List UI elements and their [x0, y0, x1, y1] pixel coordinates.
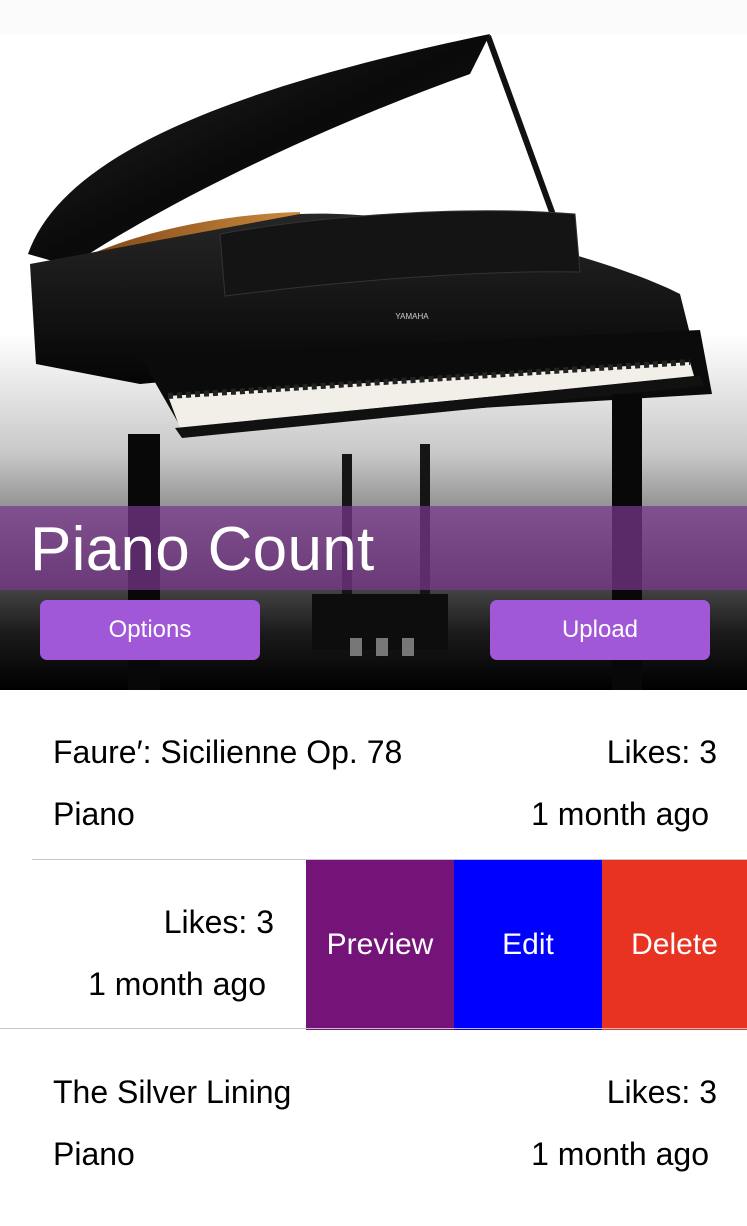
upload-button[interactable]: Upload: [490, 600, 710, 660]
divider: [0, 1028, 747, 1029]
recording-title: Faure′: Sicilienne Op. 78: [53, 734, 403, 770]
recordings-list: Faure′: Sicilienne Op. 78 Piano Likes: 3…: [0, 690, 747, 1226]
piano-brand-text: YAMAHA: [395, 312, 429, 321]
recording-instrument: Piano: [53, 1136, 135, 1172]
list-item[interactable]: Faure′: Sicilienne Op. 78 Piano Likes: 3…: [0, 690, 747, 860]
piano-image: YAMAHA: [28, 34, 712, 690]
recording-likes: Likes: 3: [606, 734, 717, 770]
options-button[interactable]: Options: [40, 600, 260, 660]
recording-instrument: Piano: [53, 796, 135, 832]
list-item-swiped[interactable]: Likes: 3 1 month ago Preview Edit Delete: [0, 860, 747, 1030]
header-hero: YAMAHA Piano Count Options Upload: [0, 34, 747, 690]
list-item[interactable]: The Silver Lining Piano Likes: 3 1 month…: [0, 1030, 747, 1226]
list-item-content[interactable]: Likes: 3 1 month ago: [0, 860, 306, 1030]
status-bar-area: [0, 0, 747, 34]
recording-likes: Likes: 3: [163, 904, 274, 940]
page-title: Piano Count: [30, 515, 375, 584]
recording-time: 1 month ago: [531, 796, 709, 832]
recording-time: 1 month ago: [88, 966, 266, 1002]
edit-action-button[interactable]: Edit: [454, 860, 602, 1030]
recording-time: 1 month ago: [531, 1136, 709, 1172]
delete-action-button[interactable]: Delete: [602, 860, 747, 1030]
recording-likes: Likes: 3: [606, 1074, 717, 1110]
preview-action-button[interactable]: Preview: [306, 860, 454, 1030]
recording-title: The Silver Lining: [53, 1074, 292, 1110]
